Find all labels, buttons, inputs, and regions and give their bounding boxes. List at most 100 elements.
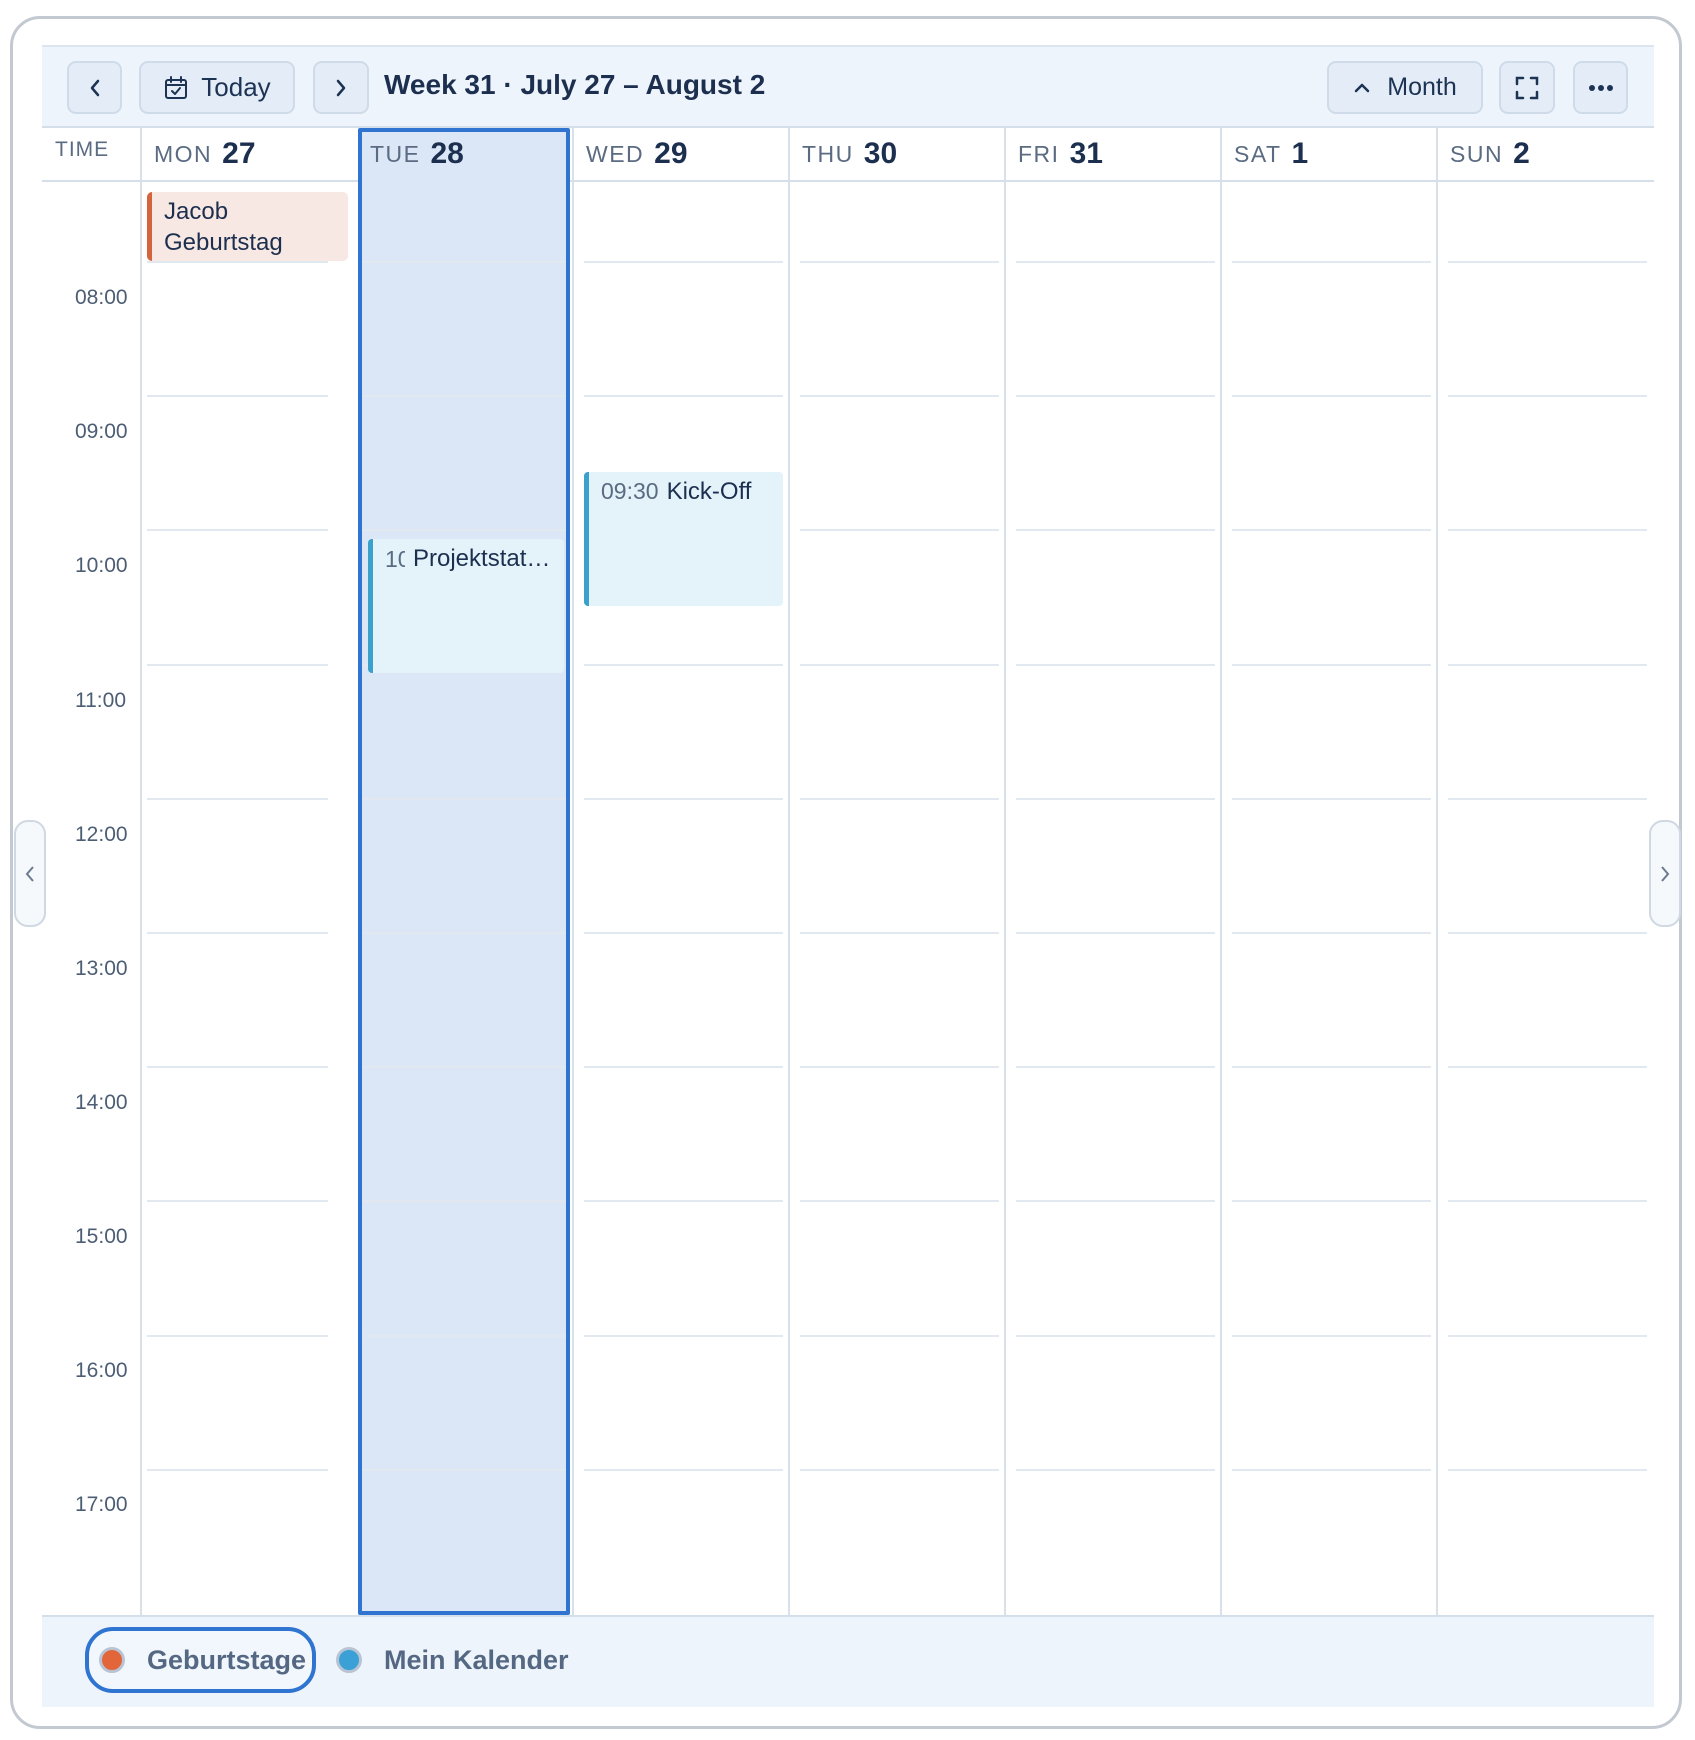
hour-gridline <box>363 1334 566 1337</box>
legend-label: Mein Kalender <box>384 1644 569 1675</box>
hour-gridline <box>1016 663 1215 666</box>
hour-gridline <box>1016 1066 1215 1069</box>
month-label: Month <box>1387 73 1457 101</box>
event-projektstatus[interactable]: 10:00 Projektstatus <box>368 539 564 673</box>
hour-gridline <box>1232 261 1431 263</box>
hour-gridline <box>1232 663 1431 666</box>
hour-gridline <box>584 797 783 800</box>
legend-label: Geburtstage <box>147 1644 307 1675</box>
hour-gridline <box>363 797 566 800</box>
day-number: 1 <box>1291 137 1309 170</box>
hour-gridline <box>363 261 566 263</box>
time-label: 11:00 <box>75 689 126 712</box>
today-button[interactable]: Today <box>139 61 295 114</box>
time-label: 14:00 <box>75 1091 128 1114</box>
today-label: Today <box>201 72 271 102</box>
hour-gridline <box>1448 797 1647 800</box>
day-header-row: TIME MON 27 TUE 28 WED 29 THU 30 FRI 31 … <box>42 128 1654 182</box>
legend-mein-kalender[interactable]: Mein Kalender <box>332 1627 592 1693</box>
day-header-wed[interactable]: WED 29 <box>586 128 688 180</box>
hour-gridline <box>1232 529 1431 532</box>
hour-gridline <box>363 932 566 934</box>
day-header-sat[interactable]: SAT 1 <box>1234 128 1308 180</box>
chevron-up-icon <box>1355 83 1370 92</box>
day-header-sun[interactable]: SUN 2 <box>1450 128 1530 180</box>
hour-gridline <box>1232 932 1431 934</box>
column-divider <box>1004 128 1006 1615</box>
hour-gridline <box>363 1468 566 1471</box>
hour-gridline <box>1448 261 1647 263</box>
day-header-tue[interactable]: TUE 28 <box>370 128 464 180</box>
hour-gridline <box>1232 797 1431 800</box>
hour-gridline <box>584 261 783 263</box>
time-column-header: TIME <box>55 138 110 161</box>
hour-gridline <box>147 1200 328 1203</box>
hour-gridline <box>147 1066 328 1069</box>
hour-gridline <box>1016 797 1215 800</box>
month-view-button[interactable]: Month <box>1327 61 1483 114</box>
event-time: 10:00 <box>385 546 405 572</box>
hour-gridline <box>1232 1468 1431 1471</box>
hour-gridline <box>1448 1334 1647 1337</box>
hour-gridline <box>584 1468 783 1471</box>
hour-gridline <box>800 1066 999 1069</box>
today-column-highlight[interactable] <box>358 128 570 1615</box>
hour-gridline <box>147 663 328 666</box>
legend-geburtstage[interactable]: Geburtstage <box>85 1627 316 1693</box>
hour-gridline <box>584 1334 783 1337</box>
day-number: 29 <box>654 137 688 170</box>
hour-gridline <box>1448 1200 1647 1203</box>
previous-week-button[interactable] <box>67 61 122 114</box>
chevron-right-icon <box>1661 865 1670 882</box>
hour-gridline <box>147 797 328 800</box>
fullscreen-button[interactable] <box>1499 61 1555 114</box>
fullscreen-icon <box>1515 76 1539 99</box>
day-header-fri[interactable]: FRI 31 <box>1018 128 1103 180</box>
hour-gridline <box>1232 395 1431 398</box>
hour-gridline <box>584 395 783 398</box>
time-label: 15:00 <box>75 1225 128 1248</box>
time-label: 12:00 <box>75 823 128 846</box>
calendar-color-dot <box>99 1647 125 1673</box>
calendar-toolbar: Today Week 31 · July 27 – August 2 Month <box>42 45 1654 128</box>
hour-gridline <box>1232 1334 1431 1337</box>
column-divider <box>140 128 142 1615</box>
day-number: 30 <box>863 137 898 170</box>
hour-gridline <box>363 1066 566 1069</box>
chevron-right-icon <box>336 79 346 96</box>
event-title: Projektstatus <box>413 545 551 572</box>
day-header-mon[interactable]: MON 27 <box>154 128 256 180</box>
hour-gridline <box>1448 1066 1647 1069</box>
hour-gridline <box>363 1200 566 1203</box>
calendar-legend: Geburtstage Mein Kalender <box>42 1615 1654 1707</box>
hour-gridline <box>584 1200 783 1203</box>
time-label: 16:00 <box>75 1359 128 1382</box>
day-header-thu[interactable]: THU 30 <box>802 128 897 180</box>
hour-gridline <box>800 663 999 666</box>
hour-gridline <box>584 663 783 666</box>
hour-gridline <box>1232 1200 1431 1203</box>
event-title: Kick-Off <box>666 478 752 505</box>
event-jacob-geburtstag[interactable]: Jacob Geburtstag <box>147 192 348 261</box>
chevron-left-icon <box>90 79 99 96</box>
event-kick-off[interactable]: 09:30 Kick-Off <box>584 472 783 606</box>
hour-gridline <box>147 395 328 398</box>
hour-gridline <box>1016 1468 1215 1471</box>
week-title: Week 31 · July 27 – August 2 <box>384 69 766 100</box>
time-label: 08:00 <box>75 286 128 309</box>
day-name: FRI <box>1018 140 1060 167</box>
hour-gridline <box>1448 1468 1647 1471</box>
next-week-button[interactable] <box>313 61 369 114</box>
hour-gridline <box>800 1200 999 1203</box>
hour-gridline <box>800 797 999 800</box>
hour-gridline <box>1016 395 1215 398</box>
more-horizontal-icon <box>1588 84 1613 91</box>
hour-gridline <box>800 395 999 398</box>
hour-gridline <box>800 932 999 934</box>
hour-gridline <box>1016 932 1215 934</box>
hour-gridline <box>1448 529 1647 532</box>
hour-gridline <box>363 529 566 532</box>
more-options-button[interactable] <box>1573 61 1628 114</box>
event-subtitle: Geburtstag <box>164 229 283 256</box>
hour-gridline <box>363 395 566 398</box>
